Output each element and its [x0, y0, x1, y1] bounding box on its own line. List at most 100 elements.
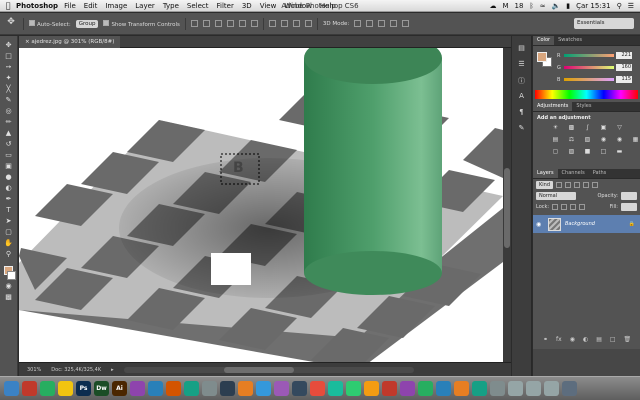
history-panel-icon[interactable]: ▤ [516, 44, 528, 54]
horizontal-scrollbar[interactable] [123, 366, 414, 373]
dock-app-icon[interactable] [274, 381, 289, 396]
tab-styles[interactable]: Styles [572, 102, 595, 111]
levels-icon[interactable]: ▩ [567, 124, 576, 132]
dock-app-icon[interactable] [148, 381, 163, 396]
transform-checkbox[interactable]: Show Transform Controls [103, 19, 180, 28]
dock-illustrator-icon[interactable]: Ai [112, 381, 127, 396]
dock-folder-icon[interactable] [526, 381, 541, 396]
red-value-input[interactable]: 221 [616, 52, 632, 59]
green-slider[interactable] [564, 66, 614, 69]
eraser-tool-icon[interactable]: ▭ [3, 150, 15, 160]
move-tool-icon[interactable]: ✥ [3, 40, 15, 50]
notifications-icon[interactable]: ☰ [628, 2, 634, 10]
dock-app-icon[interactable] [220, 381, 235, 396]
background-color-swatch[interactable] [6, 271, 16, 280]
dock-dreamweaver-icon[interactable]: Dw [94, 381, 109, 396]
3d-pan-icon[interactable] [378, 20, 386, 27]
scrollbar-thumb[interactable] [504, 168, 510, 248]
filter-type-icon[interactable] [574, 181, 581, 188]
menu-edit[interactable]: Edit [84, 2, 98, 10]
checkbox-box[interactable] [29, 19, 35, 26]
photo-filter-icon[interactable]: ◉ [599, 136, 608, 144]
hand-tool-icon[interactable]: ✋ [3, 238, 15, 248]
foreground-color-swatch[interactable] [537, 52, 547, 62]
3d-slide-icon[interactable] [390, 20, 398, 27]
dock-app-icon[interactable] [346, 381, 361, 396]
dock-app-icon[interactable] [490, 381, 505, 396]
align-left-icon[interactable] [226, 20, 234, 27]
dock-trash-icon[interactable] [562, 381, 577, 396]
curves-icon[interactable]: ∫ [583, 124, 592, 132]
dock-app-icon[interactable] [400, 381, 415, 396]
lock-transparent-icon[interactable] [552, 203, 559, 210]
clock[interactable]: Çar 15:31 [576, 2, 610, 10]
zoom-level[interactable]: 301% [27, 367, 41, 373]
clone-stamp-tool-icon[interactable]: ▲ [3, 128, 15, 138]
tab-paths[interactable]: Paths [589, 169, 611, 178]
blend-mode-dropdown[interactable]: Normal [536, 191, 576, 200]
tab-swatches[interactable]: Swatches [554, 36, 586, 45]
quick-select-tool-icon[interactable]: ✦ [3, 73, 15, 83]
dock-folder-icon[interactable] [544, 381, 559, 396]
filter-pixel-icon[interactable] [556, 181, 563, 188]
color-spectrum[interactable] [535, 90, 638, 99]
tab-channels[interactable]: Channels [558, 169, 589, 178]
dock-app-icon[interactable] [40, 381, 55, 396]
dock-app-icon[interactable] [328, 381, 343, 396]
link-icon[interactable]: ⚭ [543, 336, 548, 343]
mask-icon[interactable]: ◉ [570, 336, 575, 343]
dock-app-icon[interactable] [130, 381, 145, 396]
workspace-dropdown[interactable]: Essentials [574, 18, 634, 29]
dock-firefox-icon[interactable] [454, 381, 469, 396]
dodge-tool-icon[interactable]: ◐ [3, 183, 15, 193]
character-panel-icon[interactable]: A [516, 92, 528, 102]
new-group-icon[interactable]: ▤ [596, 336, 602, 343]
layer-thumbnail[interactable] [548, 217, 561, 231]
color-balance-icon[interactable]: ⚖ [567, 136, 576, 144]
menu-help[interactable]: Help [320, 2, 336, 10]
menu-filter[interactable]: Filter [217, 2, 234, 10]
dock-folder-icon[interactable] [508, 381, 523, 396]
blue-slider[interactable] [564, 78, 614, 81]
vibrance-icon[interactable]: ▽ [615, 124, 624, 132]
align-top-icon[interactable] [190, 20, 198, 27]
wifi-icon[interactable]: ≈ [540, 2, 546, 10]
align-bottom-icon[interactable] [214, 20, 222, 27]
canvas[interactable]: B [19, 48, 503, 362]
dock-app-icon[interactable] [166, 381, 181, 396]
menu-image[interactable]: Image [105, 2, 127, 10]
dock-app-icon[interactable] [256, 381, 271, 396]
tab-layers[interactable]: Layers [533, 169, 558, 178]
properties-panel-icon[interactable]: ☰ [516, 60, 528, 70]
menu-3d[interactable]: 3D [242, 2, 252, 10]
filter-adjustment-icon[interactable] [565, 181, 572, 188]
menu-window[interactable]: Window [284, 2, 312, 10]
threshold-icon[interactable]: ■ [583, 148, 592, 156]
status-m[interactable]: M [503, 2, 509, 10]
creative-cloud-icon[interactable]: ☁ [490, 2, 497, 10]
auto-select-dropdown[interactable]: Group [75, 19, 99, 28]
menu-select[interactable]: Select [187, 2, 209, 10]
dock-app-icon[interactable] [292, 381, 307, 396]
dock-app-icon[interactable] [22, 381, 37, 396]
filter-shape-icon[interactable] [583, 181, 590, 188]
path-select-tool-icon[interactable]: ➤ [3, 216, 15, 226]
status-number[interactable]: 18 [515, 2, 524, 10]
channel-mixer-icon[interactable]: ◉ [615, 136, 624, 144]
doc-size[interactable]: Doc: 325,4K/325,4K [51, 367, 101, 373]
posterize-icon[interactable]: ▨ [567, 148, 576, 156]
lock-all-icon[interactable] [579, 203, 586, 210]
tab-adjustments[interactable]: Adjustments [533, 102, 573, 111]
green-value-input[interactable]: 160 [616, 64, 632, 71]
3d-roll-icon[interactable] [366, 20, 374, 27]
paragraph-panel-icon[interactable]: ¶ [516, 108, 528, 118]
dock-app-icon[interactable] [184, 381, 199, 396]
vertical-scrollbar[interactable] [503, 48, 511, 362]
dock-app-icon[interactable] [382, 381, 397, 396]
visibility-eye-icon[interactable]: ◉ [536, 221, 544, 228]
scrollbar-thumb[interactable] [223, 366, 294, 373]
3d-scale-icon[interactable] [402, 20, 410, 27]
align-middle-icon[interactable] [202, 20, 210, 27]
tab-color[interactable]: Color [533, 36, 555, 45]
dock-app-icon[interactable] [436, 381, 451, 396]
